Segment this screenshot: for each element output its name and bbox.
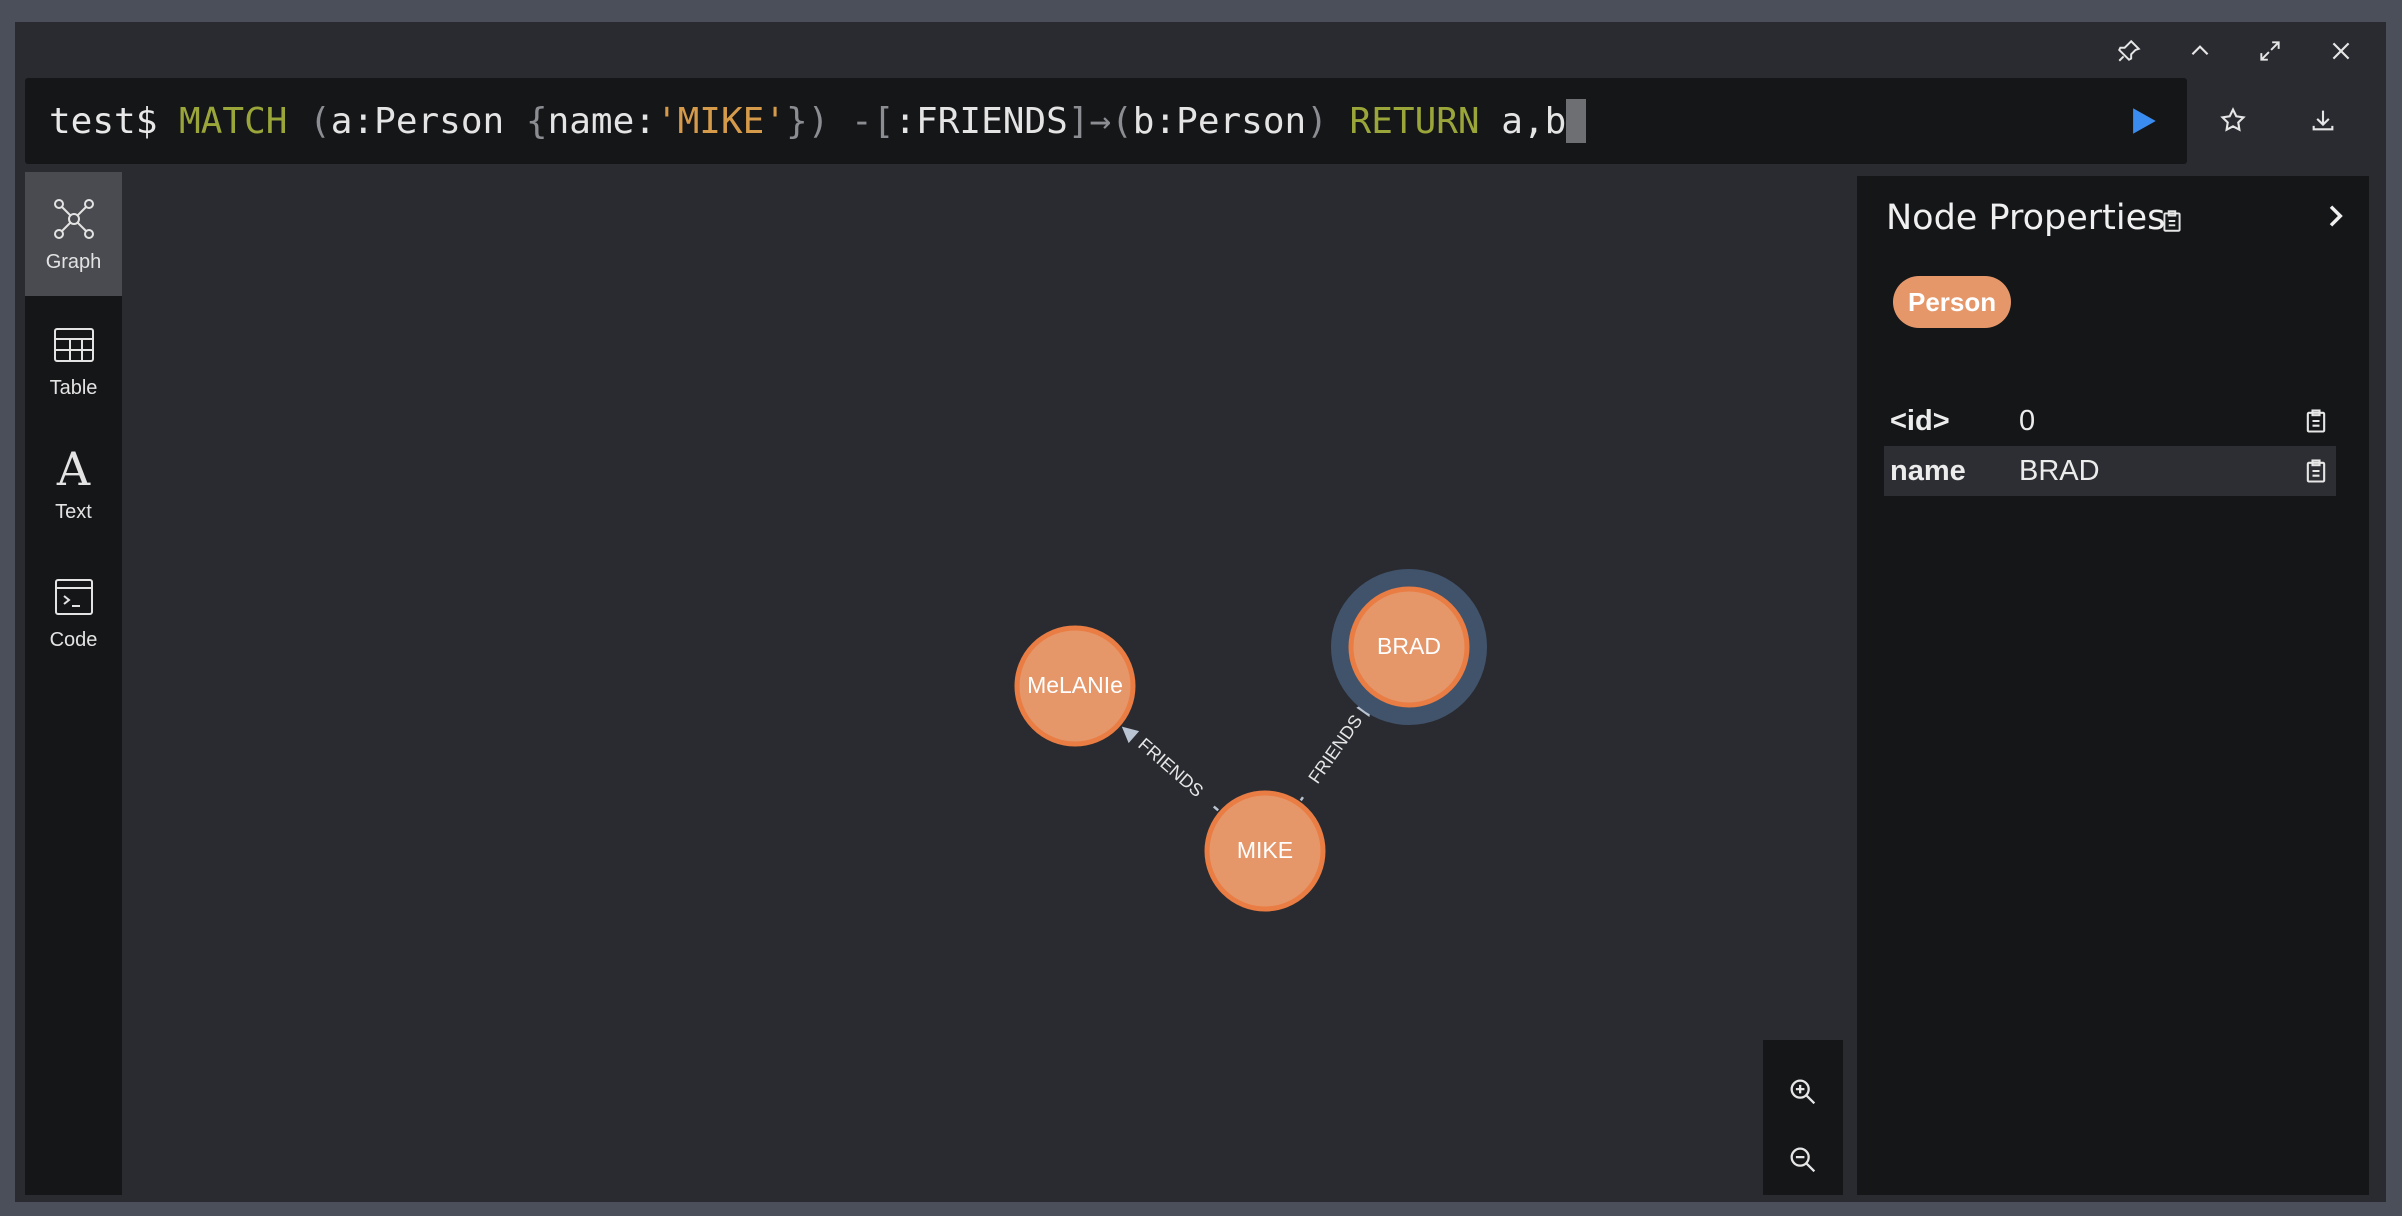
zoom-out-icon[interactable] [1783, 1140, 1823, 1180]
node-label: MeLANIe [1027, 672, 1123, 698]
node-properties-panel: Node Properties Person <id> 0 name BRAD [1857, 176, 2369, 1195]
relationship-arrow [1121, 726, 1140, 744]
view-label: Table [49, 376, 98, 399]
query-token: RETURN [1327, 100, 1480, 142]
query-token: a:Person [330, 100, 526, 142]
query-text[interactable]: MATCH (a:Person {name:'MIKE'}) -[:FRIEND… [179, 101, 1566, 142]
relationship-label: FRIENDS [1304, 711, 1366, 787]
clipboard-icon[interactable] [2302, 407, 2330, 435]
clipboard-icon[interactable] [2302, 457, 2330, 485]
chevron-up-icon[interactable] [2183, 34, 2217, 68]
close-icon[interactable] [2324, 34, 2358, 68]
view-graph[interactable]: Graph [25, 172, 122, 296]
query-token: }) [785, 100, 830, 142]
view-switcher: Graph Table A Text Code [25, 172, 122, 1195]
query-token: { [525, 100, 548, 142]
code-icon [54, 578, 93, 615]
query-token: :FRIENDS [894, 100, 1068, 142]
view-label: Code [49, 628, 98, 651]
query-token: ]→( [1067, 100, 1133, 142]
query-token: name: [547, 100, 656, 142]
relationship-line[interactable] [1212, 805, 1220, 812]
property-row: name BRAD [1884, 446, 2336, 496]
node-label: BRAD [1377, 633, 1441, 659]
query-token: ) [1306, 100, 1328, 142]
graph-icon [53, 198, 94, 239]
pin-icon[interactable] [2112, 34, 2146, 68]
query-token [287, 101, 309, 142]
expand-icon[interactable] [2253, 34, 2287, 68]
view-label: Text [55, 500, 92, 523]
download-icon[interactable] [2303, 100, 2343, 140]
run-icon[interactable] [2126, 104, 2160, 138]
property-key: <id> [1890, 404, 1950, 437]
query-token: b:Person [1132, 100, 1307, 142]
view-text[interactable]: A Text [25, 422, 122, 546]
zoom-in-icon[interactable] [1783, 1072, 1823, 1112]
query-token: -[ [829, 100, 895, 142]
text-cursor [1566, 99, 1587, 143]
relationship-line[interactable] [1299, 796, 1304, 802]
node-label: MIKE [1237, 837, 1293, 863]
chevron-right-icon[interactable] [2317, 198, 2353, 234]
query-token: 'MIKE' [655, 100, 786, 142]
view-table[interactable]: Table [25, 298, 122, 422]
query-token: MATCH [179, 100, 288, 142]
property-value: BRAD [2019, 454, 2100, 487]
zoom-controls [1763, 1040, 1843, 1195]
property-value: 0 [2019, 404, 2036, 437]
text-icon: A [56, 441, 91, 496]
graph-canvas[interactable]: FRIENDS FRIENDS MeLANIe BRAD MIKE [122, 172, 1857, 1195]
query-editor[interactable]: test$ MATCH (a:Person {name:'MIKE'}) -[:… [25, 78, 2187, 164]
node-label-chip[interactable]: Person [1893, 276, 2012, 328]
view-label: Graph [45, 250, 102, 273]
relationship-label: FRIENDS [1134, 734, 1207, 801]
view-code[interactable]: Code [25, 550, 122, 674]
editor-prompt: test$ [49, 100, 180, 142]
clipboard-icon[interactable] [2159, 208, 2185, 234]
query-token: ( [309, 100, 331, 142]
query-token: a,b [1479, 100, 1567, 142]
property-key: name [1890, 454, 1966, 487]
graph-svg[interactable]: FRIENDS FRIENDS MeLANIe BRAD MIKE [122, 172, 1857, 1195]
panel-title: Node Properties [1886, 198, 2166, 238]
table-icon [53, 327, 94, 362]
property-row: <id> 0 [1884, 396, 2336, 446]
star-icon[interactable] [2213, 100, 2253, 140]
